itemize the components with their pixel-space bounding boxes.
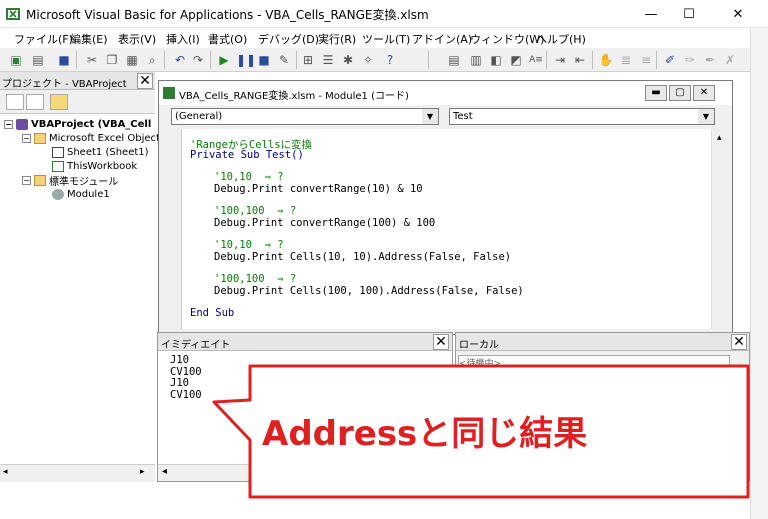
vba-editor-window: Microsoft Visual Basic for Applications … [0,0,768,519]
callout-text: Addressと同じ結果 [262,414,588,454]
